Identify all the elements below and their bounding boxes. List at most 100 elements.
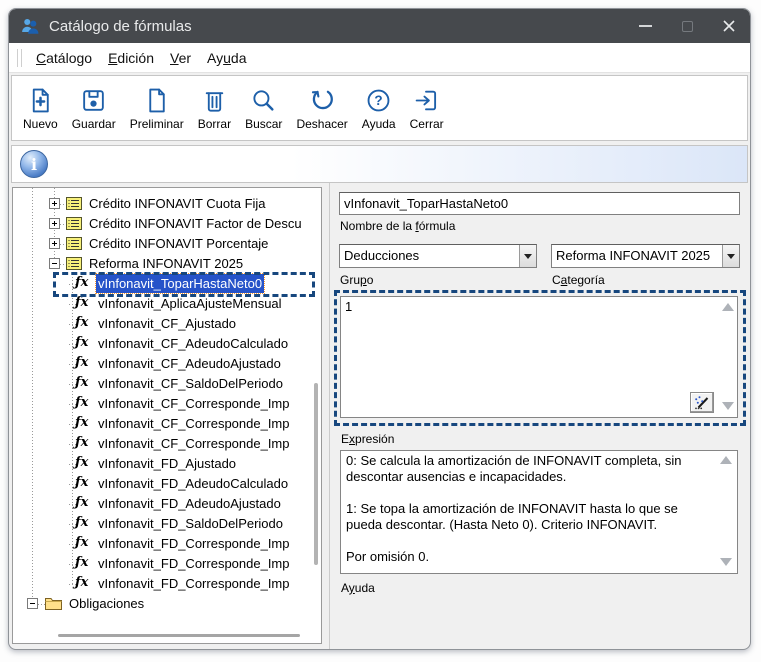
- tree-item[interactable]: ƒx vInfonavit_CF_Ajustado: [13, 314, 313, 334]
- tree-expander[interactable]: [49, 218, 60, 229]
- expression-wizard-button[interactable]: [690, 392, 714, 413]
- tree-item-label[interactable]: Crédito INFONAVIT Porcentaje: [87, 234, 270, 253]
- tree-expander[interactable]: [27, 598, 38, 609]
- tree-item-label[interactable]: vInfonavit_CF_AdeudoCalculado: [96, 334, 290, 353]
- formula-list-icon: [66, 257, 82, 270]
- preview-button[interactable]: Preliminar: [123, 83, 191, 133]
- categoria-select[interactable]: Reforma INFONAVIT 2025: [551, 244, 740, 268]
- tree-item[interactable]: ƒxvInfonavit_FD_AdeudoAjustado: [13, 494, 313, 514]
- info-icon: i: [20, 150, 48, 178]
- expression-value: 1: [345, 299, 352, 314]
- tree-item[interactable]: ƒx vInfonavit_FD_Corresponde_Imp: [13, 534, 313, 554]
- tree-item[interactable]: Crédito INFONAVIT Factor de Descu: [13, 214, 313, 234]
- formula-list-icon: [66, 197, 82, 210]
- tree-item[interactable]: ƒxvInfonavit_CF_SaldoDelPeriodo: [13, 374, 313, 394]
- main-area: Crédito INFONAVIT Cuota FijaCrédito INFO…: [9, 183, 750, 649]
- help-icon: ?: [365, 87, 392, 114]
- tree-item[interactable]: ƒx vInfonavit_FD_Corresponde_Imp: [13, 574, 313, 594]
- tree-item-label[interactable]: vInfonavit_FD_Corresponde_Imp: [96, 534, 292, 553]
- tree-item-label[interactable]: vInfonavit_AplicaAjusteMensual: [96, 294, 284, 313]
- scroll-up-icon[interactable]: [720, 456, 732, 464]
- help-text-area[interactable]: 0: Se calcula la amortización de INFONAV…: [340, 450, 738, 574]
- formula-name-label: Nombre de la fórmula: [340, 219, 455, 233]
- tree-item[interactable]: ƒxvInfonavit_AplicaAjusteMensual: [13, 294, 313, 314]
- scroll-up-icon[interactable]: [722, 303, 734, 311]
- tree-item[interactable]: Reforma INFONAVIT 2025: [13, 254, 313, 274]
- grupo-dropdown-button[interactable]: [519, 245, 536, 267]
- title-bar: Catálogo de fórmulas: [9, 9, 750, 43]
- fx-icon: ƒx: [75, 315, 88, 330]
- toolbar-label: Guardar: [72, 117, 116, 131]
- tree-item-label[interactable]: vInfonavit_FD_AdeudoCalculado: [96, 474, 290, 493]
- tree-item-label[interactable]: vInfonavit_CF_SaldoDelPeriodo: [96, 374, 285, 393]
- tree-item-label[interactable]: Crédito INFONAVIT Factor de Descu: [87, 214, 304, 233]
- delete-button[interactable]: Borrar: [191, 83, 238, 133]
- toolbar-label: Buscar: [245, 117, 282, 131]
- tree-item-label[interactable]: Crédito INFONAVIT Cuota Fija: [87, 194, 268, 213]
- tree-item[interactable]: ƒxvInfonavit_CF_Corresponde_Imp: [13, 434, 313, 454]
- tree-item[interactable]: ƒx vInfonavit_FD_SaldoDelPeriodo: [13, 514, 313, 534]
- tree-item-label[interactable]: vInfonavit_FD_Corresponde_Imp: [96, 574, 292, 593]
- minimize-icon: [639, 25, 652, 27]
- save-button[interactable]: Guardar: [65, 83, 123, 133]
- grupo-select[interactable]: Deducciones: [339, 244, 537, 268]
- formula-tree: Crédito INFONAVIT Cuota FijaCrédito INFO…: [12, 187, 322, 644]
- tree-item[interactable]: Obligaciones: [13, 594, 313, 614]
- panel-divider[interactable]: [329, 183, 330, 649]
- tree-item[interactable]: ƒxvInfonavit_CF_AdeudoAjustado: [13, 354, 313, 374]
- tree-item-label[interactable]: vInfonavit_CF_AdeudoAjustado: [96, 354, 283, 373]
- tree-item-label[interactable]: vInfonavit_ToparHastaNeto0: [96, 274, 264, 293]
- menu-ayuda[interactable]: Ayuda: [199, 43, 254, 73]
- tree-item-label[interactable]: vInfonavit_CF_Corresponde_Imp: [96, 414, 292, 433]
- search-button[interactable]: Buscar: [238, 83, 289, 133]
- tree-item[interactable]: ƒxvInfonavit_CF_AdeudoCalculado: [13, 334, 313, 354]
- undo-button[interactable]: Deshacer: [289, 83, 354, 133]
- new-document-icon: [27, 87, 54, 114]
- folder-icon: [45, 597, 62, 610]
- tree-expander[interactable]: [49, 198, 60, 209]
- app-logo-people-icon: [19, 15, 41, 37]
- menu-grip[interactable]: [17, 49, 22, 67]
- minimize-button[interactable]: [624, 9, 666, 43]
- tree-item-label[interactable]: vInfonavit_FD_SaldoDelPeriodo: [96, 514, 285, 533]
- new-button[interactable]: Nuevo: [16, 83, 65, 133]
- tree-item-label[interactable]: vInfonavit_CF_Corresponde_Imp: [96, 394, 292, 413]
- scroll-down-icon[interactable]: [722, 402, 734, 410]
- tree-item[interactable]: ƒxvInfonavit_CF_Corresponde_Imp: [13, 394, 313, 414]
- tree-vertical-scrollbar[interactable]: [314, 383, 318, 565]
- fx-icon: ƒx: [75, 535, 88, 550]
- tree-horizontal-scrollbar[interactable]: [58, 634, 300, 637]
- tree-item-label[interactable]: Obligaciones: [67, 594, 146, 613]
- tree-item[interactable]: Crédito INFONAVIT Cuota Fija: [13, 194, 313, 214]
- tree-item[interactable]: ƒxvInfonavit_FD_Ajustado: [13, 454, 313, 474]
- maximize-button[interactable]: [666, 9, 708, 43]
- tree-item[interactable]: ƒx vInfonavit_FD_AdeudoCalculado: [13, 474, 313, 494]
- expression-editor[interactable]: 1: [340, 296, 738, 418]
- menu-edicion[interactable]: Edición: [100, 43, 162, 73]
- grupo-value: Deducciones: [340, 245, 519, 267]
- tree-item-label[interactable]: Reforma INFONAVIT 2025: [87, 254, 245, 273]
- close-button[interactable]: [708, 9, 750, 43]
- fx-icon: ƒx: [75, 475, 88, 490]
- tree-item[interactable]: Crédito INFONAVIT Porcentaje: [13, 234, 313, 254]
- tree-item[interactable]: ƒxvInfonavit_FD_Corresponde_Imp: [13, 554, 313, 574]
- tree-expander[interactable]: [49, 238, 60, 249]
- fx-icon: ƒx: [75, 575, 88, 590]
- tree-item-label[interactable]: vInfonavit_FD_Corresponde_Imp: [96, 554, 292, 573]
- tree-item-label[interactable]: vInfonavit_FD_Ajustado: [96, 454, 238, 473]
- tree-item-label[interactable]: vInfonavit_FD_AdeudoAjustado: [96, 494, 283, 513]
- menu-catalogo[interactable]: Catálogo: [28, 43, 100, 73]
- formula-list-icon: [66, 237, 82, 250]
- formula-name-input[interactable]: vInfonavit_ToparHastaNeto0: [339, 192, 740, 215]
- tree-item-label[interactable]: vInfonavit_CF_Corresponde_Imp: [96, 434, 292, 453]
- categoria-dropdown-button[interactable]: [722, 245, 739, 267]
- fx-icon: ƒx: [75, 515, 88, 530]
- close-catalog-button[interactable]: Cerrar: [403, 83, 451, 133]
- tree-item-label[interactable]: vInfonavit_CF_Ajustado: [96, 314, 238, 333]
- tree-item[interactable]: ƒxvInfonavit_ToparHastaNeto0: [13, 274, 313, 294]
- scroll-down-icon[interactable]: [720, 558, 732, 566]
- help-button[interactable]: ? Ayuda: [355, 83, 403, 133]
- tree-expander[interactable]: [49, 258, 60, 269]
- menu-ver[interactable]: Ver: [162, 43, 199, 73]
- tree-item[interactable]: ƒxvInfonavit_CF_Corresponde_Imp: [13, 414, 313, 434]
